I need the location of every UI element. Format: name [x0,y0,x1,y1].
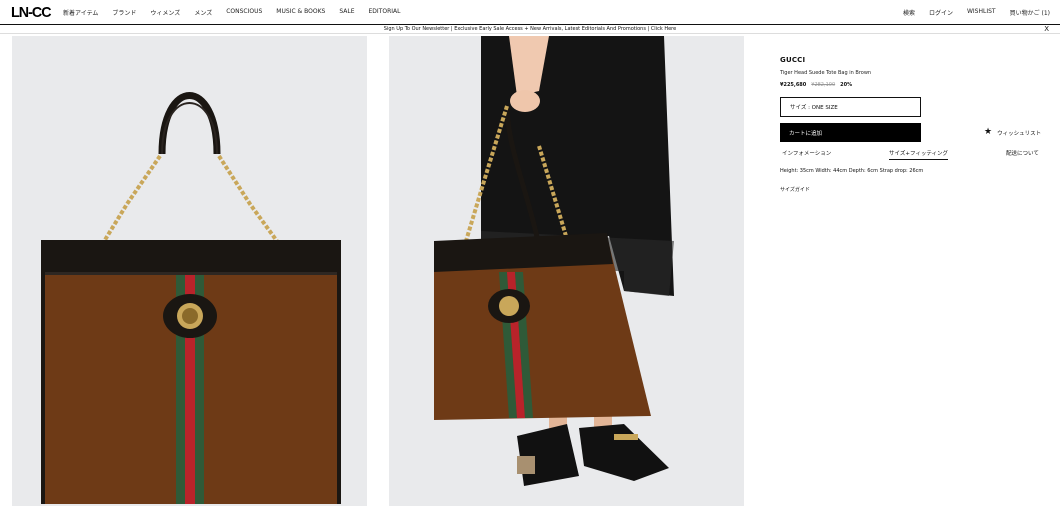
newsletter-banner[interactable]: Sign Up To Our Newsletter | Exclusive Ea… [0,24,1060,34]
banner-text[interactable]: Sign Up To Our Newsletter | Exclusive Ea… [384,26,676,32]
nav-item-conscious[interactable]: CONSCIOUS [226,8,262,17]
wishlist-button[interactable]: ★ ウィッシュリスト [984,128,1041,137]
product-image-model[interactable] [389,36,744,506]
nav-item-music-books[interactable]: MUSIC & BOOKS [276,8,325,17]
cart-link[interactable]: 買い物かご (1) [1010,8,1050,17]
size-selector[interactable]: サイズ : ONE SIZE [780,97,921,117]
tab-information[interactable]: インフォメーション [782,149,831,159]
tab-size-fitting[interactable]: サイズ+フィッティング [889,149,949,160]
nav-item-brands[interactable]: ブランド [112,8,136,17]
add-to-cart-button[interactable]: カートに追加 [780,123,921,142]
main-nav: 新着アイテム ブランド ウィメンズ メンズ CONSCIOUS MUSIC & … [63,8,400,17]
wishlist-link[interactable]: WISHLIST [967,8,996,17]
sale-price: ¥225,680 [780,82,807,88]
product-image-main[interactable] [12,36,367,506]
size-guide-link[interactable]: サイズガイド [780,186,810,193]
product-name: Tiger Head Suede Tote Bag in Brown [780,70,872,76]
banner-close-button[interactable]: X [1044,25,1049,33]
size-details: Height: 35cm Width: 44cm Depth: 6cm Stra… [780,168,924,174]
product-brand[interactable]: GUCCI [780,56,805,64]
nav-item-new[interactable]: 新着アイテム [63,8,98,17]
price-row: ¥225,680 ¥282,100 20% [780,82,852,88]
tote-bag-image [41,92,341,504]
search-link[interactable]: 検索 [903,8,915,17]
tab-delivery[interactable]: 配送について [1006,149,1039,159]
nav-item-editorial[interactable]: EDITORIAL [369,8,401,17]
account-nav: 検索 ログイン WISHLIST 買い物かご (1) [903,8,1050,17]
site-logo[interactable]: LN-CC [11,4,52,21]
wishlist-label: ウィッシュリスト [997,130,1042,137]
discount-badge: 20% [840,82,853,88]
site-header: LN-CC 新着アイテム ブランド ウィメンズ メンズ CONSCIOUS MU… [0,0,1060,24]
model-with-bag-image [434,36,674,486]
star-icon: ★ [984,127,993,137]
product-tabs: インフォメーション サイズ+フィッティング 配送について [780,149,1042,160]
nav-item-mens[interactable]: メンズ [194,8,212,17]
nav-item-womens[interactable]: ウィメンズ [150,8,180,17]
login-link[interactable]: ログイン [929,8,953,17]
nav-item-sale[interactable]: SALE [339,8,354,17]
original-price: ¥282,100 [811,82,836,88]
